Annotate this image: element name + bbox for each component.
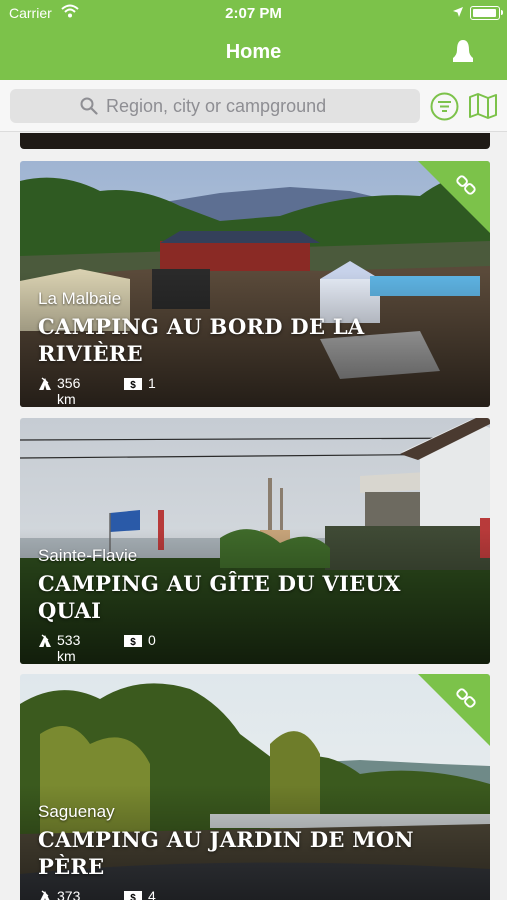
top-bar: Carrier 2:07 PM Home	[0, 0, 507, 80]
distance-label: 356 km	[57, 375, 81, 407]
search-input[interactable]: Region, city or campground	[10, 89, 420, 123]
campground-region: La Malbaie	[38, 289, 122, 308]
battery-level	[472, 8, 496, 17]
distance-label: 373 km	[57, 888, 81, 900]
campground-card[interactable]: Saguenay CAMPING AU JARDIN DE MON PÈRE 3…	[20, 674, 490, 900]
campground-card[interactable]: La Malbaie CAMPING AU BORD DE LA RIVIÈRE…	[20, 161, 490, 407]
svg-text:$: $	[130, 893, 136, 900]
link-badge-icon	[418, 674, 490, 746]
campground-region: Sainte-Flavie	[38, 546, 138, 565]
filter-icon[interactable]	[430, 92, 459, 121]
tent-icon	[39, 634, 51, 647]
campground-region: Saguenay	[38, 802, 115, 821]
link-badge-icon	[418, 161, 490, 233]
campground-name: CAMPING AU BORD DE LA RIVIÈRE	[38, 314, 365, 366]
search-icon	[80, 97, 98, 115]
search-bar: Region, city or campground	[0, 80, 507, 132]
user-icon[interactable]	[448, 36, 478, 66]
campground-photo	[20, 418, 490, 664]
app-screen: Carrier 2:07 PM Home Region, city or cam…	[0, 0, 507, 900]
clock: 2:07 PM	[225, 5, 282, 22]
location-arrow-icon	[453, 7, 463, 17]
svg-text:$: $	[130, 637, 136, 647]
tent-icon	[40, 890, 50, 900]
campground-card[interactable]: Sainte-Flavie CAMPING AU GÎTE DU VIEUX Q…	[20, 418, 490, 664]
distance-label: 533 km	[57, 632, 81, 664]
campground-name: CAMPING AU JARDIN DE MON PÈRE	[38, 827, 414, 879]
campground-list[interactable]: La Malbaie CAMPING AU BORD DE LA RIVIÈRE…	[0, 133, 507, 900]
bill-icon: $	[124, 891, 142, 900]
svg-text:$: $	[130, 380, 136, 390]
bill-count: 4	[148, 888, 156, 900]
status-bar: Carrier 2:07 PM	[0, 0, 507, 28]
battery-icon	[470, 6, 503, 20]
bill-icon: $	[124, 378, 142, 390]
bill-count: 0	[148, 632, 156, 648]
bill-count: 1	[148, 375, 156, 391]
search-placeholder: Region, city or campground	[106, 96, 327, 116]
page-title: Home	[225, 41, 282, 63]
tent-icon	[39, 377, 51, 390]
previous-card-edge[interactable]	[20, 133, 490, 149]
campground-name: CAMPING AU GÎTE DU VIEUX QUAI	[38, 571, 401, 623]
bill-icon: $	[124, 635, 142, 647]
map-icon[interactable]	[468, 92, 498, 120]
